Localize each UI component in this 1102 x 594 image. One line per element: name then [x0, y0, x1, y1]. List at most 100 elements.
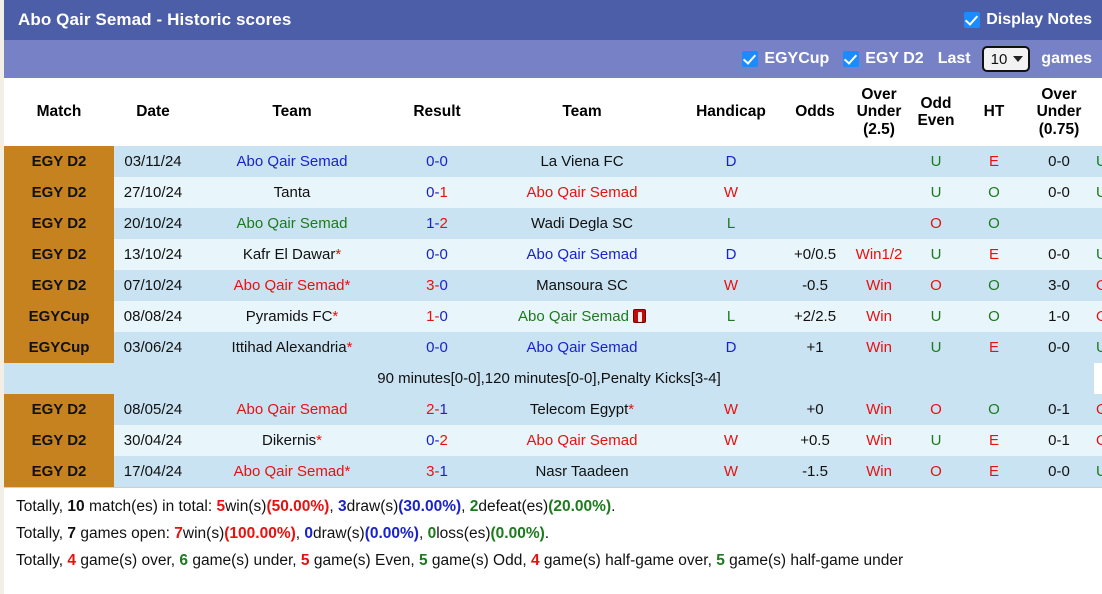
- col-odd-even[interactable]: Odd Even: [908, 78, 964, 146]
- home-team-cell[interactable]: Abo Qair Semad*: [192, 456, 392, 487]
- result-score[interactable]: 0-0: [392, 332, 482, 363]
- egycup-checkbox[interactable]: [742, 51, 759, 67]
- last-games-value: 10: [990, 50, 1008, 68]
- away-team-cell[interactable]: Abo Qair Semad: [482, 239, 682, 270]
- over-under-075-value: U: [1096, 184, 1102, 201]
- away-team-cell[interactable]: Nasr Taadeen: [482, 456, 682, 487]
- away-team-cell[interactable]: Wadi Degla SC: [482, 208, 682, 239]
- home-team-cell[interactable]: Abo Qair Semad*: [192, 270, 392, 301]
- competition-badge: EGY D2: [4, 270, 114, 301]
- odds-value: Win: [850, 332, 908, 363]
- filter-egyd2[interactable]: EGY D2: [843, 50, 924, 68]
- summary-line-3: Totally, 4 game(s) over, 6 game(s) under…: [16, 548, 1102, 575]
- s3-even-label: game(s) Even,: [313, 552, 415, 569]
- handicap-value: +0/0.5: [780, 239, 850, 270]
- table-row[interactable]: EGY D2 20/10/24 Abo Qair Semad 1-2 Wadi Degl…: [4, 208, 1102, 239]
- score-home: 3: [426, 277, 435, 294]
- result-score[interactable]: 0-0: [392, 146, 482, 177]
- away-team-cell[interactable]: Mansoura SC: [482, 270, 682, 301]
- result-score[interactable]: 0-0: [392, 239, 482, 270]
- score-away: 0: [439, 339, 448, 356]
- games-label: games: [1041, 50, 1092, 67]
- score-away: 2: [439, 215, 448, 232]
- home-team-cell[interactable]: Dikernis*: [192, 425, 392, 456]
- col-team-away[interactable]: Team: [482, 78, 682, 146]
- over-under-075-value: O: [1096, 277, 1102, 294]
- display-notes-toggle[interactable]: Display Notes: [964, 11, 1092, 29]
- over-under-075-value: U: [1096, 463, 1102, 480]
- col-result[interactable]: Result: [392, 78, 482, 146]
- s2-total-suffix: games open:: [80, 525, 170, 542]
- over-under-25: U: [908, 239, 964, 270]
- odds-value: Win: [850, 425, 908, 456]
- table-row[interactable]: EGY D2 03/11/24 Abo Qair Semad 0-0 La Viena …: [4, 146, 1102, 177]
- home-team-cell[interactable]: Tanta: [192, 177, 392, 208]
- odd-even: E: [964, 239, 1024, 270]
- col-ou25-line1: Over: [861, 85, 897, 103]
- col-match[interactable]: Match: [4, 78, 114, 146]
- result-score[interactable]: 3-1: [392, 456, 482, 487]
- table-row[interactable]: EGY D2 13/10/24 Kafr El Dawar* 0-0 Abo Qair …: [4, 239, 1102, 270]
- result-score[interactable]: 3-0: [392, 270, 482, 301]
- s3-under: 6: [179, 552, 189, 569]
- table-row[interactable]: EGY D2 17/04/24 Abo Qair Semad* 3-1 Nasr Taa…: [4, 456, 1102, 487]
- competition-badge: EGY D2: [4, 208, 114, 239]
- col-over-under-075[interactable]: Over Under (0.75): [1024, 78, 1094, 146]
- result-score[interactable]: 0-1: [392, 177, 482, 208]
- home-team-cell[interactable]: Ittihad Alexandria*: [192, 332, 392, 363]
- home-team-cell[interactable]: Abo Qair Semad: [192, 394, 392, 425]
- competition-badge: EGY D2: [4, 394, 114, 425]
- away-team-cell[interactable]: Abo Qair Semad: [482, 301, 682, 332]
- over-under-25-value: O: [930, 215, 942, 232]
- odds-value: [850, 208, 908, 239]
- result-score[interactable]: 0-2: [392, 425, 482, 456]
- odds-value-value: Win: [866, 401, 892, 418]
- display-notes-checkbox[interactable]: [964, 12, 981, 28]
- col-ht[interactable]: HT: [964, 78, 1024, 146]
- col-over-under-25[interactable]: Over Under (2.5): [850, 78, 908, 146]
- odds-value: Win: [850, 456, 908, 487]
- table-row[interactable]: EGYCup 08/08/24 Pyramids FC* 1-0 Abo Qair Se…: [4, 301, 1102, 332]
- col-team-home[interactable]: Team: [192, 78, 392, 146]
- col-handicap[interactable]: Handicap: [682, 78, 780, 146]
- egyd2-checkbox[interactable]: [843, 51, 860, 67]
- odds-value: Win: [850, 301, 908, 332]
- team-name: Abo Qair Semad: [233, 463, 345, 480]
- odds-value-value: Win1/2: [855, 246, 903, 263]
- over-under-25-value: U: [930, 153, 942, 170]
- home-team-cell[interactable]: Abo Qair Semad: [192, 208, 392, 239]
- s2-draws-pct: (0.00%): [364, 525, 419, 542]
- table-row[interactable]: EGY D2 30/04/24 Dikernis* 0-2 Abo Qair Semad…: [4, 425, 1102, 456]
- result-score[interactable]: 2-1: [392, 394, 482, 425]
- away-team-cell[interactable]: Abo Qair Semad: [482, 425, 682, 456]
- away-team-cell[interactable]: Telecom Egypt*: [482, 394, 682, 425]
- table-row[interactable]: EGYCup 03/06/24 Ittihad Alexandria* 0-0 Abo …: [4, 332, 1102, 363]
- home-team-cell[interactable]: Kafr El Dawar*: [192, 239, 392, 270]
- col-date[interactable]: Date: [114, 78, 192, 146]
- filter-egycup[interactable]: EGYCup: [742, 50, 829, 68]
- result-score[interactable]: 1-0: [392, 301, 482, 332]
- table-row[interactable]: EGY D2 08/05/24 Abo Qair Semad 2-1 Telecom E…: [4, 394, 1102, 425]
- score-home: 3: [426, 463, 435, 480]
- s2-losses: 0: [427, 525, 437, 542]
- last-games-select[interactable]: 10: [981, 46, 1031, 72]
- over-under-075-value: O: [1096, 432, 1102, 449]
- result-wdl-value: W: [723, 277, 739, 294]
- s3-under-label: game(s) under,: [192, 552, 297, 569]
- table-row[interactable]: EGY D2 27/10/24 Tanta 0-1 Abo Qair Semad W U O 0…: [4, 177, 1102, 208]
- home-team-cell[interactable]: Abo Qair Semad: [192, 146, 392, 177]
- odd-even-value: E: [988, 153, 999, 170]
- col-odds[interactable]: Odds: [780, 78, 850, 146]
- over-under-075: [1094, 208, 1102, 239]
- col-ou25-line3: (2.5): [863, 120, 895, 138]
- away-team-cell[interactable]: Abo Qair Semad: [482, 177, 682, 208]
- over-under-25-value: U: [930, 339, 942, 356]
- home-team-cell[interactable]: Pyramids FC*: [192, 301, 392, 332]
- home-advantage-star-icon: *: [628, 401, 635, 418]
- over-under-25: O: [908, 456, 964, 487]
- result-score[interactable]: 1-2: [392, 208, 482, 239]
- away-team-cell[interactable]: La Viena FC: [482, 146, 682, 177]
- home-advantage-star-icon: *: [316, 432, 323, 449]
- table-row[interactable]: EGY D2 07/10/24 Abo Qair Semad* 3-0 Mansoura…: [4, 270, 1102, 301]
- away-team-cell[interactable]: Abo Qair Semad: [482, 332, 682, 363]
